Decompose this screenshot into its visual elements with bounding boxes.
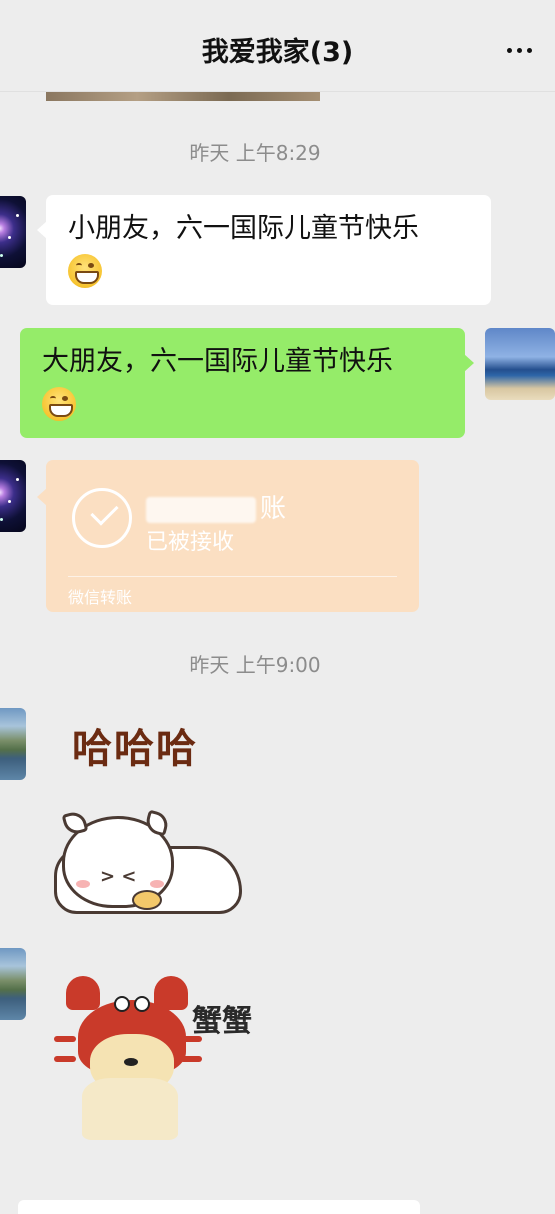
sticker-cat[interactable]: > < [46, 809, 246, 920]
avatar-self[interactable] [485, 328, 555, 400]
cat-blush [150, 880, 164, 888]
avatar-sender[interactable] [0, 948, 26, 1020]
crab-leg [180, 1056, 202, 1062]
avatar-sender[interactable] [0, 460, 26, 532]
crab-eye [114, 996, 130, 1012]
crab-leg [54, 1036, 76, 1042]
crab-eye [134, 996, 150, 1012]
dog-nose [124, 1058, 138, 1066]
cat-eyes: > < [100, 866, 137, 887]
cat-blush [76, 880, 90, 888]
redacted-name [146, 496, 256, 523]
message-text: 小朋友，六一国际儿童节快乐 [68, 213, 419, 244]
transfer-footer: 微信转账 [68, 588, 133, 607]
sticker-xiexie: 蟹蟹 [192, 1004, 252, 1039]
crab-claw [66, 976, 100, 1010]
sticker-haha[interactable]: 哈哈哈 [72, 716, 198, 774]
message-bubble-incoming[interactable]: 小朋友，六一国际儿童节快乐 [37, 195, 491, 305]
message-input[interactable] [18, 1200, 420, 1214]
timestamp: 昨天 上午9:00 [189, 653, 321, 677]
avatar-sender[interactable] [0, 196, 26, 268]
message-text: 大朋友，六一国际儿童节快乐 [42, 346, 393, 377]
timestamp: 昨天 上午8:29 [189, 141, 321, 165]
sticker-crab[interactable] [52, 974, 206, 1142]
grin-emoji-icon [42, 386, 76, 421]
dog-body [82, 1078, 178, 1140]
transfer-title: 账 [146, 488, 286, 525]
previous-image-message[interactable] [46, 92, 320, 101]
transfer-card[interactable]: 账 已被接收 微信转账 [37, 460, 419, 612]
divider [68, 576, 397, 577]
grin-emoji-icon [68, 253, 102, 288]
chat-header: 我爱我家(3) [0, 0, 555, 92]
check-circle-icon [72, 488, 132, 548]
more-dots-icon[interactable] [507, 38, 543, 58]
avatar-sender[interactable] [0, 708, 26, 780]
message-bubble-outgoing[interactable]: 大朋友，六一国际儿童节快乐 [20, 328, 474, 438]
crab-leg [54, 1056, 76, 1062]
transfer-status: 已被接收 [146, 530, 235, 555]
fish-icon [132, 890, 162, 910]
chat-title: 我爱我家(3) [201, 37, 354, 68]
